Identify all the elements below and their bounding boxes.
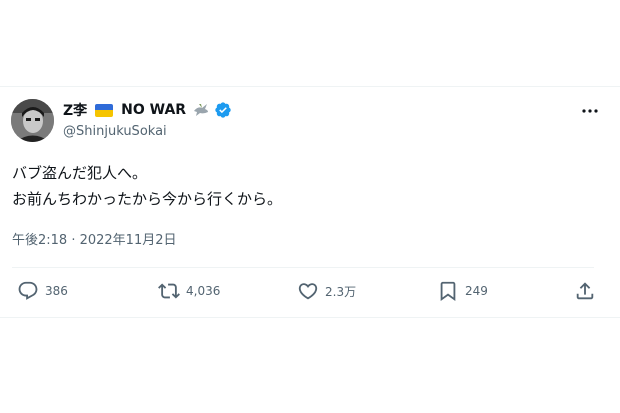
- post-body: バブ盗んだ犯人へ。 お前んちわかったから今から行くから。: [12, 160, 592, 212]
- dove-icon: [192, 102, 210, 118]
- more-options-button[interactable]: [578, 102, 602, 120]
- share-icon: [576, 282, 594, 300]
- reply-icon: [18, 281, 38, 300]
- post-line: バブ盗んだ犯人へ。: [12, 164, 148, 182]
- name-badge-text: NO WAR: [121, 102, 187, 118]
- ukraine-flag-icon: [95, 103, 114, 117]
- reply-count: 386: [45, 284, 68, 298]
- card-border-bottom: [0, 317, 620, 318]
- share-button[interactable]: [574, 280, 596, 302]
- author-handle[interactable]: @ShinjukuSokai: [63, 124, 167, 139]
- bookmark-button[interactable]: 249: [437, 280, 488, 302]
- repost-icon: [158, 283, 180, 299]
- verified-badge-icon: [214, 101, 232, 119]
- display-name[interactable]: Z李: [63, 100, 87, 120]
- avatar[interactable]: [11, 99, 54, 142]
- bookmark-count: 249: [465, 284, 488, 298]
- actions-divider: [12, 267, 594, 268]
- like-button[interactable]: 2.3万: [297, 280, 356, 302]
- like-count: 2.3万: [325, 284, 357, 299]
- more-dots-icon: [582, 109, 598, 113]
- post-timestamp[interactable]: 午後2:18 · 2022年11月2日: [12, 229, 177, 248]
- card-border-top: [0, 86, 620, 87]
- repost-count: 4,036: [186, 284, 221, 298]
- post-line: お前んちわかったから今から行くから。: [12, 190, 283, 208]
- bookmark-icon: [440, 281, 456, 302]
- avatar-image: [11, 99, 54, 142]
- repost-button[interactable]: 4,036: [158, 280, 220, 302]
- author-name-row[interactable]: Z李 NO WAR: [63, 100, 232, 120]
- reply-button[interactable]: 386: [17, 280, 68, 302]
- tweet-card: Z李 NO WAR @ShinjukuSokai バブ盗んだ犯人へ。 お前んちわ…: [0, 86, 620, 318]
- heart-icon: [298, 283, 318, 300]
